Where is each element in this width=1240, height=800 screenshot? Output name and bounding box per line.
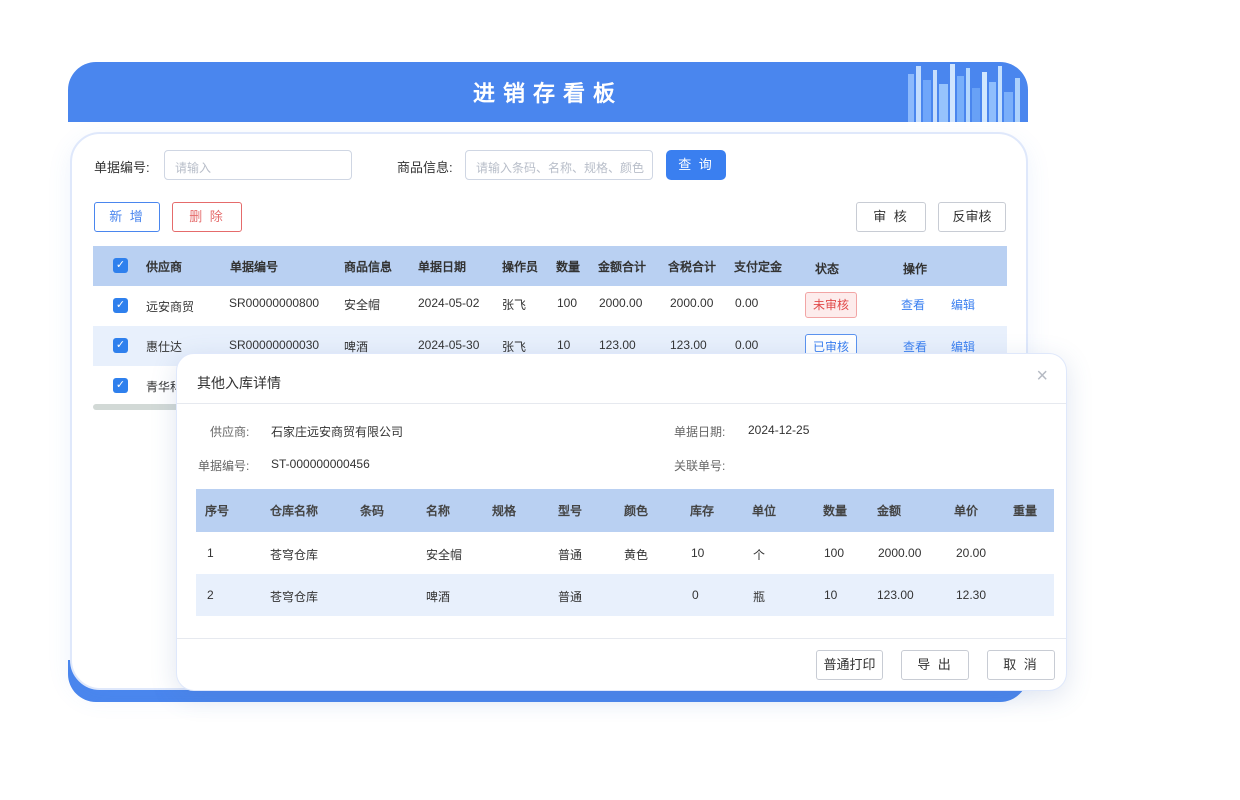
col-amount: 金额合计 — [598, 260, 647, 274]
print-button[interactable]: 普通打印 — [816, 650, 883, 680]
col-index: 序号 — [205, 504, 230, 518]
col-goods: 商品信息 — [344, 260, 393, 274]
row-checkbox[interactable]: ✓ — [113, 378, 128, 393]
unit-price-cell: 12.30 — [956, 588, 987, 602]
date-cell: 2024-05-30 — [418, 338, 480, 352]
supplier-cell: 远安商贸 — [146, 300, 195, 314]
stock-cell: 0 — [692, 588, 699, 602]
table-header: ✓ 供应商 单据编号 商品信息 单据日期 操作员 数量 金额合计 含税合计 支付… — [93, 246, 1007, 286]
date-label: 单据日期: — [674, 425, 726, 439]
cancel-button[interactable]: 取 消 — [987, 650, 1055, 680]
doc-no-label: 单据编号: — [198, 459, 250, 473]
name-cell: 啤酒 — [426, 590, 451, 604]
supplier-value: 石家庄远安商贸有限公司 — [271, 425, 404, 439]
table-row: 2 苍穹仓库 啤酒 普通 0 瓶 10 123.00 12.30 — [196, 574, 1054, 616]
col-deposit: 支付定金 — [734, 260, 783, 274]
goods-cell: 安全帽 — [344, 298, 381, 312]
goods-info-input[interactable]: 请输入条码、名称、规格、颜色 — [465, 150, 653, 180]
qty-cell: 10 — [557, 338, 571, 352]
col-warehouse: 仓库名称 — [270, 504, 319, 518]
model-cell: 普通 — [558, 590, 583, 604]
warehouse-cell: 苍穹仓库 — [270, 590, 319, 604]
doc-no-label: 单据编号: — [94, 160, 150, 175]
col-quantity: 数量 — [823, 504, 848, 518]
amount-cell: 2000.00 — [599, 296, 643, 310]
edit-link[interactable]: 编辑 — [951, 296, 975, 313]
doc-no-cell: SR00000000030 — [229, 338, 320, 352]
amount-cell: 123.00 — [599, 338, 636, 352]
col-operator: 操作员 — [502, 260, 539, 274]
modal-title: 其他入库详情 — [197, 375, 281, 391]
detail-table-header: 序号 仓库名称 条码 名称 规格 型号 颜色 库存 单位 数量 金额 单价 重量 — [196, 489, 1054, 532]
delete-button[interactable]: 删 除 — [172, 202, 242, 232]
index-cell: 1 — [207, 546, 214, 560]
date-value: 2024-12-25 — [748, 423, 810, 437]
search-bar: 单据编号: 请输入 商品信息: 请输入条码、名称、规格、颜色 查 询 — [94, 150, 994, 180]
table-row[interactable]: ✓ 远安商贸 SR00000000800 安全帽 2024-05-02 张飞 1… — [93, 286, 1007, 326]
select-all-checkbox[interactable]: ✓ — [113, 258, 128, 273]
col-model: 型号 — [558, 504, 583, 518]
date-cell: 2024-05-02 — [418, 296, 480, 310]
model-cell: 普通 — [558, 548, 583, 562]
col-status: 状态 — [815, 262, 840, 276]
col-doc-no: 单据编号 — [230, 260, 279, 274]
divider — [177, 403, 1066, 404]
row-checkbox[interactable]: ✓ — [113, 338, 128, 353]
amount-cell: 2000.00 — [878, 546, 922, 560]
name-cell: 安全帽 — [426, 548, 463, 562]
status-badge: 未审核 — [805, 292, 857, 318]
quantity-cell: 100 — [824, 546, 845, 560]
col-weight: 重量 — [1013, 504, 1038, 518]
table-row: 1 苍穹仓库 安全帽 普通 黄色 10 个 100 2000.00 20.00 — [196, 532, 1054, 574]
audit-button[interactable]: 审 核 — [856, 202, 926, 232]
close-icon[interactable]: × — [1036, 366, 1048, 386]
col-supplier: 供应商 — [146, 260, 183, 274]
query-button[interactable]: 查 询 — [666, 150, 726, 180]
col-stock: 库存 — [690, 504, 715, 518]
col-actions: 操作 — [903, 262, 928, 276]
unit-cell: 瓶 — [753, 590, 766, 604]
col-unit: 单位 — [752, 504, 777, 518]
col-name: 名称 — [426, 504, 451, 518]
tax-amount-cell: 2000.00 — [670, 296, 714, 310]
detail-modal: 其他入库详情 × 供应商: 石家庄远安商贸有限公司 单据日期: 2024-12-… — [176, 353, 1067, 691]
deposit-cell: 0.00 — [735, 296, 759, 310]
view-link[interactable]: 查看 — [901, 296, 925, 313]
col-spec: 规格 — [492, 504, 517, 518]
header-banner: 进销存看板 — [68, 62, 1028, 122]
col-date: 单据日期 — [418, 260, 467, 274]
doc-no-cell: SR00000000800 — [229, 296, 320, 310]
col-unit-price: 单价 — [954, 504, 979, 518]
detail-table: 序号 仓库名称 条码 名称 规格 型号 颜色 库存 单位 数量 金额 单价 重量… — [196, 489, 1054, 616]
col-tax-amount: 含税合计 — [668, 260, 717, 274]
operator-cell: 张飞 — [502, 298, 527, 312]
unit-cell: 个 — [753, 548, 766, 562]
warehouse-cell: 苍穹仓库 — [270, 548, 319, 562]
export-button[interactable]: 导 出 — [901, 650, 969, 680]
qty-cell: 100 — [557, 296, 578, 310]
stock-cell: 10 — [691, 546, 705, 560]
col-amount: 金额 — [877, 504, 902, 518]
col-qty: 数量 — [556, 260, 581, 274]
amount-cell: 123.00 — [877, 588, 914, 602]
deposit-cell: 0.00 — [735, 338, 759, 352]
supplier-label: 供应商: — [210, 425, 250, 439]
row-checkbox[interactable]: ✓ — [113, 298, 128, 313]
goods-info-label: 商品信息: — [397, 160, 453, 175]
divider — [177, 638, 1066, 639]
city-skyline-decoration — [908, 64, 1020, 122]
col-barcode: 条码 — [360, 504, 385, 518]
unit-price-cell: 20.00 — [956, 546, 987, 560]
unaudit-button[interactable]: 反审核 — [938, 202, 1006, 232]
tax-amount-cell: 123.00 — [670, 338, 707, 352]
color-cell: 黄色 — [624, 548, 649, 562]
doc-no-input[interactable]: 请输入 — [164, 150, 352, 180]
add-button[interactable]: 新 增 — [94, 202, 160, 232]
quantity-cell: 10 — [824, 588, 838, 602]
col-color: 颜色 — [624, 504, 649, 518]
doc-no-value: ST-000000000456 — [271, 457, 370, 471]
related-no-label: 关联单号: — [674, 459, 726, 473]
index-cell: 2 — [207, 588, 214, 602]
supplier-cell: 惠仕达 — [146, 340, 183, 354]
